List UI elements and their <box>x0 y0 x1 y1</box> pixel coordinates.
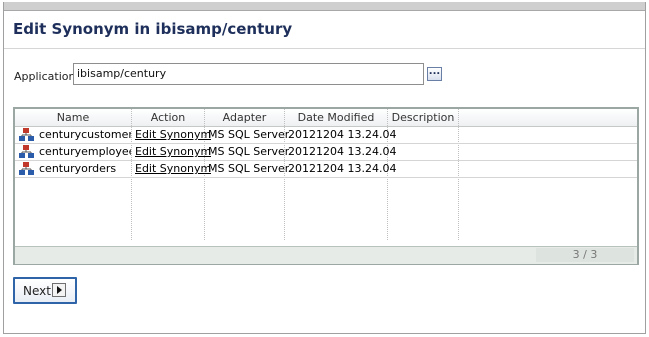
top-bar <box>4 2 645 11</box>
column-header-name[interactable]: Name <box>15 109 131 126</box>
column-header-description[interactable]: Description <box>388 109 458 126</box>
row-date-modified: 20121204 13.24.04 <box>288 162 397 175</box>
page-title: Edit Synonym in ibisamp/century <box>13 20 293 38</box>
play-arrow-icon <box>52 283 66 297</box>
table-row[interactable]: centuryorders Edit Synonym MS SQL Server… <box>15 161 637 178</box>
grid-header: Name Action Adapter Date Modified Descri… <box>15 109 637 127</box>
next-button-label: Next <box>23 284 51 298</box>
table-row[interactable]: centuryemployees Edit Synonym MS SQL Ser… <box>15 144 637 161</box>
row-name: centuryemployees <box>39 145 131 158</box>
edit-synonym-link[interactable]: Edit Synonym <box>135 127 211 143</box>
row-name: centuryorders <box>39 162 117 175</box>
application-input[interactable]: ibisamp/century <box>73 63 424 85</box>
synonym-grid: Name Action Adapter Date Modified Descri… <box>13 107 639 265</box>
row-date-modified: 20121204 13.24.04 <box>288 128 397 141</box>
pager-count: 3 / 3 <box>536 248 634 262</box>
synonym-table-icon <box>19 145 34 158</box>
edit-synonym-link[interactable]: Edit Synonym <box>135 161 211 177</box>
window-frame: Edit Synonym in ibisamp/century Applicat… <box>3 2 646 334</box>
title-divider <box>4 48 645 49</box>
row-adapter: MS SQL Server <box>208 162 290 175</box>
column-header-date-modified[interactable]: Date Modified <box>285 109 387 126</box>
synonym-table-icon <box>19 128 34 141</box>
column-header-adapter[interactable]: Adapter <box>205 109 284 126</box>
application-label: Application <box>14 70 76 83</box>
grid-footer: 3 / 3 <box>15 246 637 264</box>
row-adapter: MS SQL Server <box>208 145 290 158</box>
next-button[interactable]: Next <box>13 277 77 304</box>
row-date-modified: 20121204 13.24.04 <box>288 145 397 158</box>
row-adapter: MS SQL Server <box>208 128 290 141</box>
browse-button[interactable]: ... <box>427 67 442 81</box>
synonym-table-icon <box>19 162 34 175</box>
table-row[interactable]: centurycustomers Edit Synonym MS SQL Ser… <box>15 127 637 144</box>
row-name: centurycustomers <box>39 128 131 141</box>
edit-synonym-link[interactable]: Edit Synonym <box>135 144 211 160</box>
column-header-action[interactable]: Action <box>132 109 204 126</box>
